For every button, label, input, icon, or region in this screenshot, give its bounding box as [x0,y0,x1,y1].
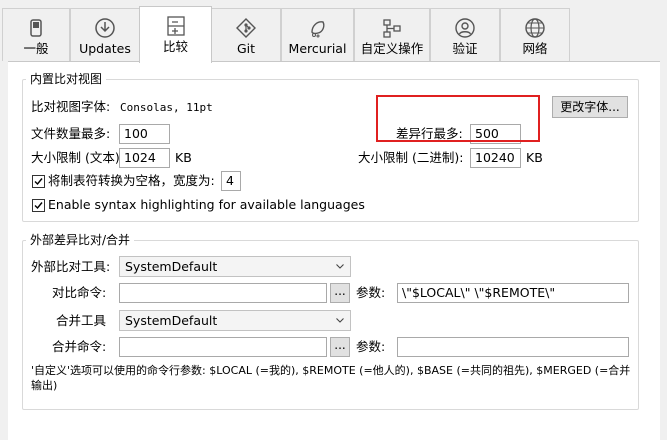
max-files-label: 文件数量最多: [31,126,111,141]
user-icon [455,18,475,38]
tab-updates[interactable]: Updates [70,8,140,61]
git-icon [236,18,256,38]
tab-mercurial[interactable]: Mercurial [281,8,354,61]
tab-git[interactable]: Git [211,8,281,61]
command-args-note: '自定义'选项可以使用的命令行参数: $LOCAL (=我的), $REMOTE… [31,364,631,392]
mercurial-icon [310,21,324,38]
checkmark-icon [34,202,43,210]
tab-custom-actions[interactable]: 自定义操作 [354,8,430,61]
merge-tool-select[interactable]: SystemDefault [119,310,351,331]
tab-authentication[interactable]: 验证 [430,8,500,61]
chevron-down-icon [336,264,344,269]
browse-label: ... [334,338,346,352]
size-limit-binary-unit: KB [526,150,543,165]
change-font-button-label: 更改字体... [560,100,620,114]
external-diff-group-title: 外部差异比对/合并 [26,233,135,247]
merge-command-browse-button[interactable]: ... [330,337,350,357]
merge-params-input[interactable] [397,337,629,357]
builtin-diff-group-title: 内置比对视图 [26,72,107,86]
tab-general[interactable]: 一般 [2,8,70,61]
download-icon [95,18,115,38]
diff-params-label: 参数: [356,285,386,300]
size-limit-text-label: 大小限制 (文本) [31,150,120,165]
tabs-to-spaces-label: 将制表符转换为空格，宽度为: [48,173,215,188]
diff-tool-label: 外部比对工具: [31,259,111,274]
highlight-box [376,95,540,142]
tab-label: Updates [79,41,131,56]
workflow-icon [383,19,401,38]
merge-params-label: 参数: [356,339,386,354]
merge-command-input[interactable] [119,337,327,357]
size-limit-binary-input[interactable]: 10240 [470,148,521,168]
diff-command-input[interactable] [119,283,327,303]
font-label: 比对视图字体: [31,99,111,114]
tab-network[interactable]: 网络 [500,8,570,61]
change-font-button[interactable]: 更改字体... [552,96,628,118]
tab-width-input[interactable]: 4 [221,171,241,191]
size-limit-text-input[interactable]: 1024 [119,148,170,168]
tab-label: 网络 [522,41,548,56]
diff-tool-select[interactable]: SystemDefault [119,256,351,277]
diff-command-browse-button[interactable]: ... [330,283,350,303]
globe-icon [525,18,545,38]
size-limit-text-unit: KB [175,150,192,165]
tabs-to-spaces-checkbox[interactable] [32,175,45,188]
diff-command-label: 对比命令: [52,285,107,300]
tab-diff[interactable]: 比较 [139,6,212,63]
checkmark-icon [34,178,43,186]
syntax-highlight-checkbox[interactable] [32,199,45,212]
syntax-highlight-label: Enable syntax highlighting for available… [48,197,365,212]
switch-icon [30,19,42,37]
tab-label: 验证 [452,41,478,56]
preferences-tab-bar: 一般 Updates 比较 Git Mercurial 自定义操作 验证 网络 [0,0,667,63]
max-files-input[interactable]: 100 [119,124,170,144]
tab-label: 自定义操作 [360,41,424,56]
merge-tool-label: 合并工具 [56,313,107,328]
tab-label: Git [236,41,256,56]
font-value: Consolas, 11pt [120,101,213,114]
diff-tool-value: SystemDefault [125,259,218,274]
diff-icon [166,16,185,36]
merge-tool-value: SystemDefault [125,313,218,328]
tab-label: 一般 [23,41,49,56]
size-limit-binary-label: 大小限制 (二进制): [358,150,464,165]
tab-label: Mercurial [288,41,347,56]
merge-command-label: 合并命令: [52,339,107,354]
browse-label: ... [334,284,346,298]
tab-label: 比较 [162,39,188,54]
diff-params-input[interactable]: \"$LOCAL\" \"$REMOTE\" [397,283,629,303]
chevron-down-icon [336,318,344,323]
